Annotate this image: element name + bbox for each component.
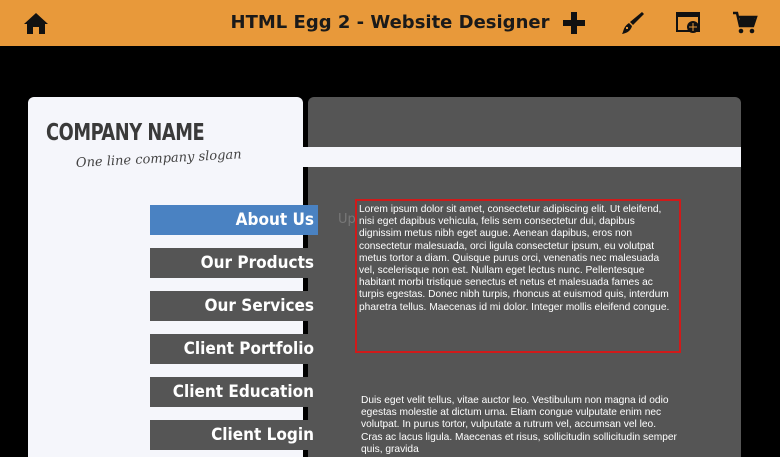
content-paragraph-2[interactable]: Duis eget velit tellus, vitae auctor leo… <box>361 395 679 456</box>
header-strip <box>303 147 741 167</box>
nav-client-login[interactable]: Client Login <box>150 420 318 450</box>
cart-icon[interactable] <box>731 9 759 37</box>
background-text: Up <box>338 212 356 227</box>
app-toolbar: HTML Egg 2 - Website Designer <box>0 0 780 46</box>
content-paragraph-1[interactable]: Lorem ipsum dolor sit amet, consectetur … <box>359 204 677 314</box>
nav-our-services[interactable]: Our Services <box>150 291 318 321</box>
nav-client-education[interactable]: Client Education <box>150 377 318 407</box>
paintbrush-icon[interactable] <box>618 9 646 37</box>
app-title: HTML Egg 2 - Website Designer <box>230 12 550 33</box>
nav-client-portfolio[interactable]: Client Portfolio <box>150 334 318 364</box>
company-name[interactable]: COMPANY NAME <box>46 120 205 146</box>
nav-our-products[interactable]: Our Products <box>150 248 318 278</box>
add-icon[interactable] <box>560 9 588 37</box>
browser-globe-icon[interactable] <box>675 9 703 37</box>
nav-about-us[interactable]: About Us <box>150 205 318 235</box>
